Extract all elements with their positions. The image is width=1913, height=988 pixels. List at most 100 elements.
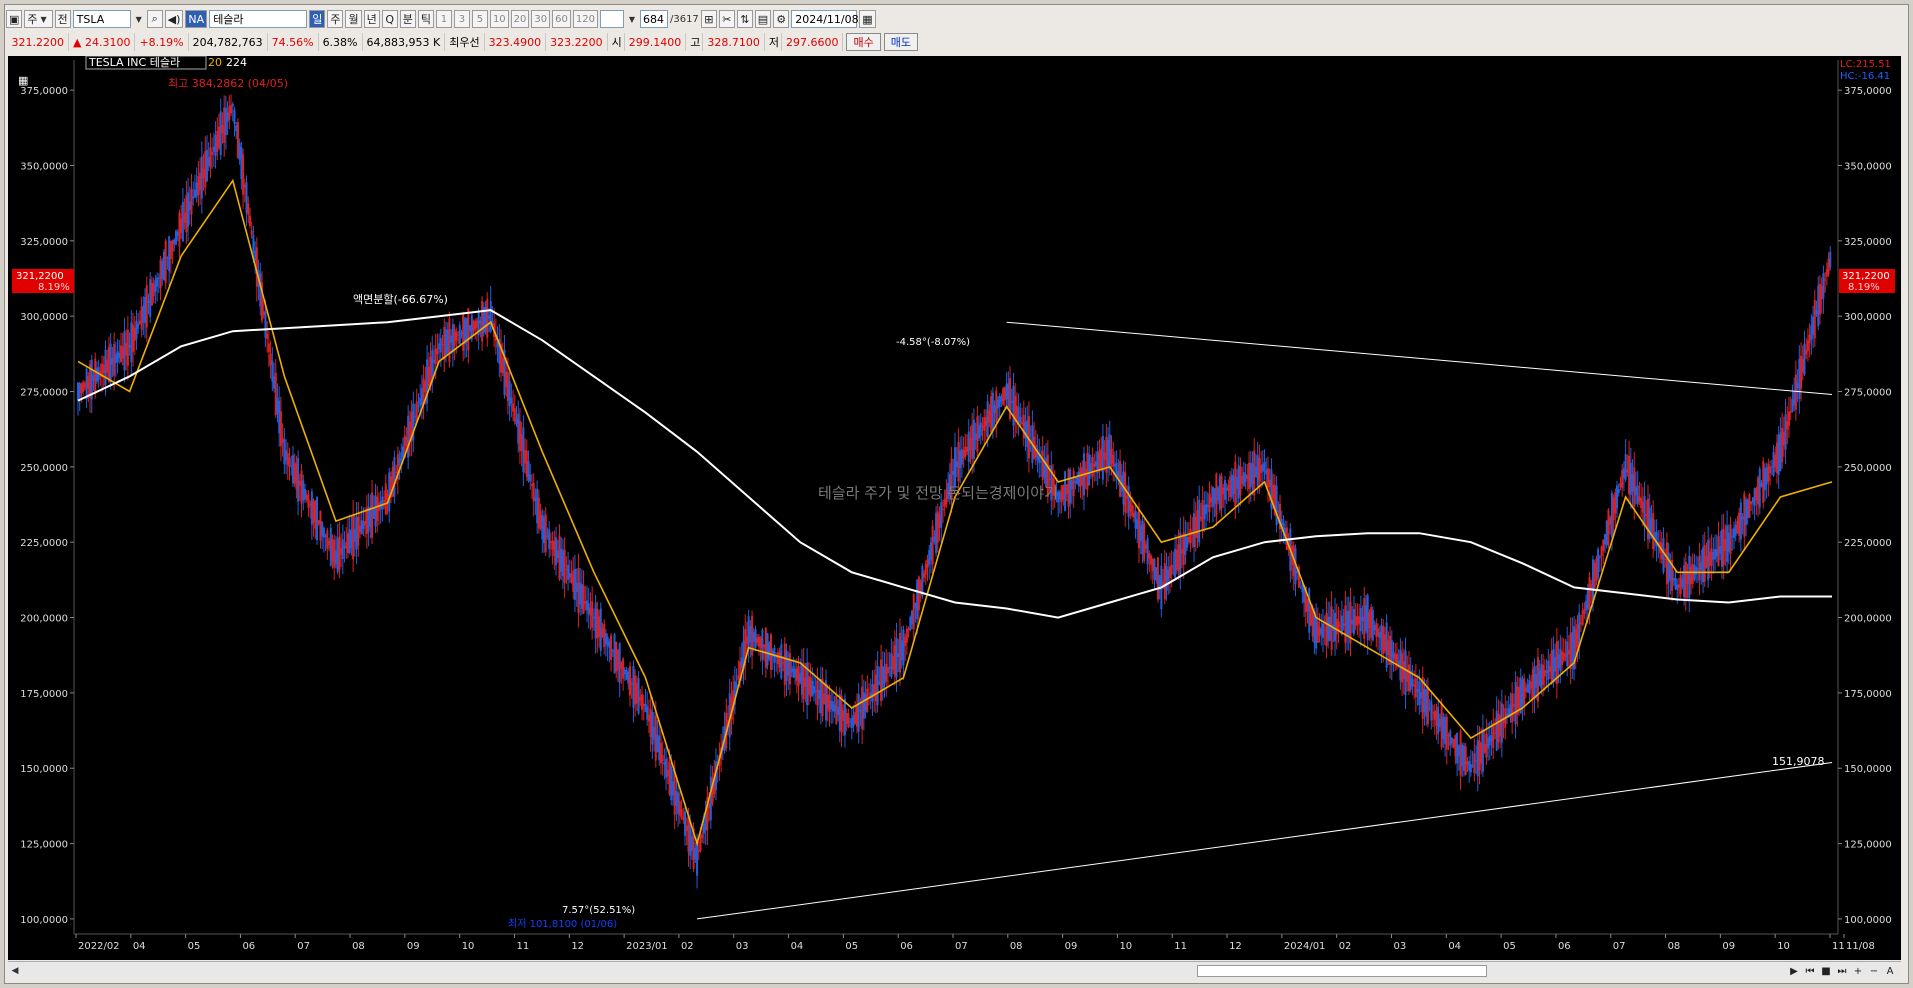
symbol-input[interactable]: TSLA: [72, 10, 131, 28]
candle-body: [1793, 391, 1796, 406]
x-tick-label: 06: [242, 941, 255, 952]
count-input[interactable]: 684: [639, 10, 668, 28]
chart-type-icon[interactable]: ⊞: [700, 10, 717, 28]
candle-body: [567, 564, 570, 580]
calendar-icon[interactable]: ▦: [859, 10, 876, 28]
scroll-thumb[interactable]: [1197, 965, 1487, 977]
candle-body: [646, 706, 649, 720]
tab-month[interactable]: 월: [345, 10, 362, 28]
tab-week[interactable]: 주: [327, 10, 344, 28]
candle-body: [756, 637, 759, 643]
candle-body: [1230, 474, 1233, 498]
gear-icon[interactable]: ⚙: [773, 10, 790, 28]
zoom-out-icon[interactable]: −: [1867, 964, 1881, 978]
candle-body: [515, 419, 518, 424]
tab-tick[interactable]: 틱: [417, 10, 434, 28]
candle-body: [1726, 525, 1729, 562]
candle-body: [316, 497, 319, 541]
interval-3[interactable]: 3: [453, 10, 470, 28]
candle-body: [1702, 547, 1705, 583]
x-tick-label: 06: [1558, 941, 1571, 952]
window-icon[interactable]: ▣: [6, 10, 23, 28]
candle-body: [1748, 494, 1751, 518]
candle-body: [1125, 495, 1128, 499]
tab-day[interactable]: 일: [309, 10, 326, 28]
candle-body: [788, 653, 791, 685]
candle-body: [878, 681, 881, 685]
candle-body: [365, 508, 368, 535]
date-input[interactable]: 2024/11/08: [791, 10, 859, 28]
candle-body: [1251, 463, 1254, 485]
zoom-in-icon[interactable]: +: [1851, 964, 1865, 978]
candle-body: [957, 442, 960, 482]
interval-dropdown-icon[interactable]: ▼: [626, 11, 638, 27]
candle-body: [649, 708, 652, 738]
interval-20[interactable]: 20: [510, 10, 530, 28]
na-badge[interactable]: NA: [185, 10, 208, 28]
buy-button[interactable]: 매수: [846, 33, 881, 51]
candle-body: [579, 582, 582, 605]
custom-interval-input[interactable]: [599, 10, 624, 28]
candle-body: [771, 650, 774, 657]
candle-body: [653, 726, 656, 740]
scroll-track[interactable]: [22, 965, 1787, 977]
sound-icon[interactable]: ◀): [164, 10, 184, 28]
symbol-dropdown-icon[interactable]: ▼: [133, 11, 145, 27]
candle-body: [1144, 544, 1147, 549]
stop-icon[interactable]: ■: [1819, 964, 1833, 978]
interval-60[interactable]: 60: [552, 10, 571, 28]
candle-body: [1175, 549, 1178, 571]
font-size-icon[interactable]: A: [1883, 964, 1897, 978]
scroll-right-icon[interactable]: ▶: [1787, 964, 1801, 978]
candle-body: [603, 624, 606, 648]
candle-body: [1469, 764, 1472, 773]
interval-120[interactable]: 120: [572, 10, 598, 28]
scissors-icon[interactable]: ✂: [718, 10, 735, 28]
interval-1[interactable]: 1: [435, 10, 452, 28]
candle-body: [886, 667, 889, 674]
candle-body: [209, 147, 212, 168]
compare-icon[interactable]: ⇅: [736, 10, 753, 28]
tab-quarter[interactable]: Q: [381, 10, 398, 28]
candle-body: [1347, 610, 1350, 636]
candle-body: [1088, 454, 1091, 486]
interval-30[interactable]: 30: [531, 10, 551, 28]
candle-body: [448, 318, 451, 363]
candle-body: [443, 326, 446, 360]
stock-name-field[interactable]: 테슬라: [209, 10, 308, 28]
candle-body: [467, 308, 470, 351]
price-chart[interactable]: 375,0000 350,0000 325,0000 300,0000 275,0000…: [8, 56, 1901, 960]
x-tick-label: 03: [1394, 941, 1407, 952]
candle-body: [1545, 670, 1548, 674]
tab-minute[interactable]: 분: [399, 10, 416, 28]
candle-body: [651, 711, 654, 745]
volume: 204,782,763: [189, 33, 268, 51]
candle-body: [1523, 678, 1526, 705]
first-page-icon[interactable]: ⏮: [1803, 964, 1817, 978]
candle-body: [1727, 532, 1730, 552]
tab-year[interactable]: 년: [363, 10, 380, 28]
grid-icon[interactable]: ▦: [18, 74, 28, 87]
candle-body: [219, 111, 222, 156]
candle-body: [309, 503, 312, 506]
candle-body: [157, 277, 160, 279]
interval-5[interactable]: 5: [471, 10, 488, 28]
interval-10[interactable]: 10: [489, 10, 509, 28]
period-select[interactable]: 주 ▼: [24, 10, 53, 28]
market-select[interactable]: 전: [54, 10, 71, 28]
last-page-icon[interactable]: ⏭: [1835, 964, 1849, 978]
candle-body: [1528, 680, 1531, 694]
candle-body: [185, 195, 188, 233]
save-icon[interactable]: ▤: [754, 10, 772, 28]
scroll-left-icon[interactable]: ◀: [8, 964, 22, 978]
candle-body: [1101, 436, 1104, 480]
sell-button[interactable]: 매도: [883, 33, 918, 51]
candle-body: [1564, 653, 1567, 657]
chart-scrollbar[interactable]: ◀ ▶ ⏮ ■ ⏭ + − A: [8, 961, 1901, 980]
candle-body: [1461, 745, 1464, 767]
candle-body: [374, 495, 377, 527]
candle-body: [586, 600, 589, 611]
candle-body: [983, 417, 986, 431]
search-icon[interactable]: ⌕: [146, 10, 163, 28]
candle-body: [842, 710, 845, 721]
